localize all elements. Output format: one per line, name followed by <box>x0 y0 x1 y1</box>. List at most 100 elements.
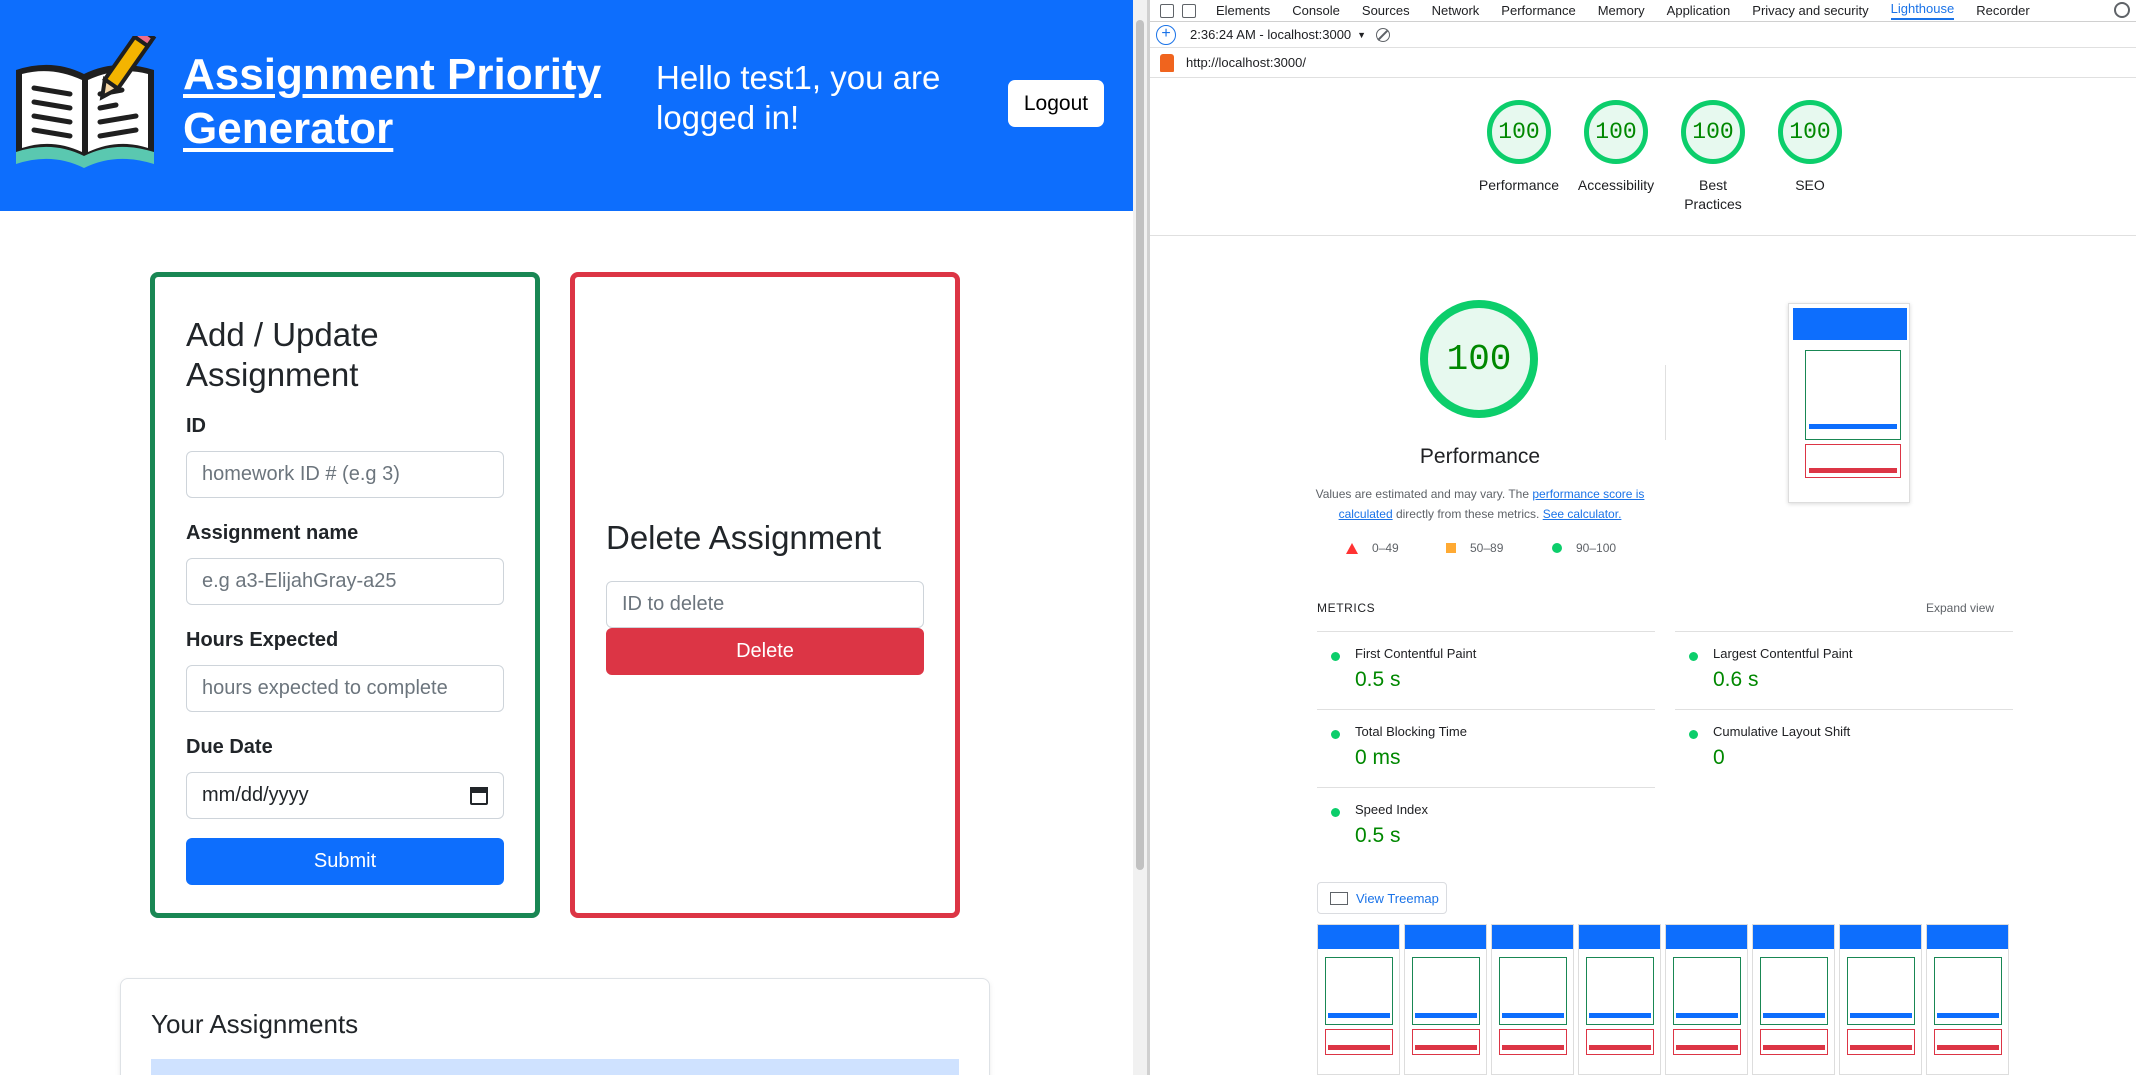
inspect-element-icon[interactable] <box>1160 3 1174 18</box>
metric-name: Speed Index <box>1355 802 1429 817</box>
chevron-down-icon[interactable]: ▼ <box>1357 30 1366 40</box>
performance-main-gauge: 100 <box>1420 300 1538 418</box>
tab-sources[interactable]: Sources <box>1362 3 1410 18</box>
settings-gear-icon[interactable] <box>2114 2 2130 18</box>
assignments-table <box>151 1059 959 1075</box>
accessibility-gauge-label: Accessibility <box>1577 177 1655 193</box>
tab-application[interactable]: Application <box>1667 3 1731 18</box>
greeting-text: Hello test1, you are logged in! <box>656 59 941 136</box>
app-scrollbar[interactable] <box>1133 0 1147 1075</box>
logout-button[interactable]: Logout <box>1008 80 1104 127</box>
tab-console[interactable]: Console <box>1292 3 1340 18</box>
best-practices-gauge-label: Best Practices <box>1684 177 1742 212</box>
book-pencil-logo-icon <box>16 36 157 168</box>
final-screenshot-thumbnail[interactable] <box>1788 303 1910 503</box>
delete-title: Delete Assignment <box>606 519 882 556</box>
pass-circle-icon <box>1689 730 1698 739</box>
add-update-title: Add / Update Assignment <box>186 316 379 393</box>
devtools-tab-bar: Elements Console Sources Network Perform… <box>1150 0 2136 22</box>
filmstrip-frame <box>1404 924 1487 1075</box>
delete-id-input[interactable]: ID to delete <box>606 581 924 628</box>
lighthouse-toolbar: + 2:36:24 AM - localhost:3000 ▼ <box>1150 22 2136 48</box>
filmstrip-frame <box>1317 924 1400 1075</box>
pass-circle-icon <box>1552 543 1562 553</box>
filmstrip-frame <box>1839 924 1922 1075</box>
report-url[interactable]: http://localhost:3000/ <box>1186 55 1306 70</box>
tab-privacy-security[interactable]: Privacy and security <box>1752 3 1868 18</box>
app-scrollbar-thumb[interactable] <box>1136 20 1144 870</box>
fail-triangle-icon <box>1346 542 1358 554</box>
metric-value: 0.6 s <box>1713 668 1759 691</box>
pass-circle-icon <box>1331 730 1340 739</box>
legend-average-text: 50–89 <box>1470 541 1504 555</box>
devtools-panel: Elements Console Sources Network Perform… <box>1150 0 2136 1075</box>
thumb-delete-button <box>1809 468 1897 473</box>
id-label: ID <box>186 415 206 437</box>
thumb-header <box>1793 308 1907 340</box>
id-input[interactable]: homework ID # (e.g 3) <box>186 451 504 498</box>
new-report-plus-icon[interactable]: + <box>1156 24 1176 45</box>
lighthouse-logo-icon <box>1160 53 1174 72</box>
add-update-card: Add / Update Assignment ID homework ID #… <box>150 272 540 918</box>
seo-gauge[interactable]: 100 <box>1778 100 1842 164</box>
screen: Assignment Priority Generator Hello test… <box>0 0 2136 1075</box>
performance-gauge[interactable]: 100 <box>1487 100 1551 164</box>
best-practices-gauge[interactable]: 100 <box>1681 100 1745 164</box>
metric-cls: Cumulative Layout Shift 0 <box>1675 709 2013 787</box>
thumb-submit <box>1809 424 1897 429</box>
hours-expected-input[interactable]: hours expected to complete <box>186 665 504 712</box>
seo-gauge-label: SEO <box>1795 177 1825 193</box>
view-treemap-label: View Treemap <box>1356 890 1439 906</box>
tab-performance[interactable]: Performance <box>1501 3 1575 18</box>
filmstrip-frame <box>1926 924 2009 1075</box>
pass-circle-icon <box>1331 652 1340 661</box>
view-treemap-button[interactable]: View Treemap <box>1317 882 1447 914</box>
report-selector[interactable]: 2:36:24 AM - localhost:3000 <box>1190 27 1351 42</box>
calendar-icon[interactable] <box>470 786 488 805</box>
section-separator <box>1665 365 1666 440</box>
average-square-icon <box>1446 543 1456 553</box>
legend-average: 50–89 <box>1446 541 1503 555</box>
filmstrip-frame <box>1491 924 1574 1075</box>
note-middle: directly from these metrics. <box>1395 507 1540 521</box>
treemap-icon <box>1330 891 1348 905</box>
assignment-name-input[interactable]: e.g a3-ElijahGray-a25 <box>186 558 504 605</box>
performance-gauge-label: Performance <box>1478 177 1560 193</box>
metric-speed-index: Speed Index 0.5 s <box>1317 787 1655 865</box>
metric-name: Cumulative Layout Shift <box>1713 724 1851 739</box>
metric-fcp: First Contentful Paint 0.5 s <box>1317 631 1655 709</box>
delete-button[interactable]: Delete <box>606 628 924 675</box>
pass-circle-icon <box>1689 652 1698 661</box>
see-calculator-link[interactable]: See calculator. <box>1543 507 1622 521</box>
filmstrip-frame <box>1752 924 1835 1075</box>
accessibility-gauge[interactable]: 100 <box>1584 100 1648 164</box>
note-prefix: Values are estimated and may vary. The <box>1315 487 1530 501</box>
expand-view-toggle[interactable]: Expand view <box>1926 601 1994 615</box>
performance-main-title: Performance <box>1419 445 1541 468</box>
metric-value: 0.5 s <box>1355 668 1401 691</box>
metric-name: First Contentful Paint <box>1355 646 1477 661</box>
tab-elements[interactable]: Elements <box>1216 3 1270 18</box>
pass-circle-icon <box>1331 808 1340 817</box>
app-viewport: Assignment Priority Generator Hello test… <box>0 0 1133 1075</box>
legend-fail-text: 0–49 <box>1372 541 1399 555</box>
tab-lighthouse[interactable]: Lighthouse <box>1890 1 1955 20</box>
due-date-label: Due Date <box>186 736 273 758</box>
legend-fail: 0–49 <box>1346 541 1399 555</box>
app-header: Assignment Priority Generator Hello test… <box>0 0 1133 211</box>
metric-lcp: Largest Contentful Paint 0.6 s <box>1675 631 2013 709</box>
tab-memory[interactable]: Memory <box>1598 3 1645 18</box>
metric-name: Total Blocking Time <box>1355 724 1467 739</box>
assignment-name-label: Assignment name <box>186 522 359 544</box>
score-gauges-row: 100 Performance 100 Accessibility 100 Be… <box>1150 78 2136 236</box>
device-toolbar-icon[interactable] <box>1182 3 1196 18</box>
app-title[interactable]: Assignment Priority Generator <box>183 48 613 156</box>
due-date-value: mm/dd/yyyy <box>202 784 309 806</box>
due-date-input[interactable]: mm/dd/yyyy <box>186 772 504 819</box>
submit-button[interactable]: Submit <box>186 838 504 885</box>
metric-name: Largest Contentful Paint <box>1713 646 1853 661</box>
clear-reports-icon[interactable] <box>1376 27 1391 42</box>
delete-card: Delete Assignment ID to delete Delete <box>570 272 960 918</box>
tab-recorder[interactable]: Recorder <box>1976 3 2029 18</box>
tab-network[interactable]: Network <box>1432 3 1480 18</box>
